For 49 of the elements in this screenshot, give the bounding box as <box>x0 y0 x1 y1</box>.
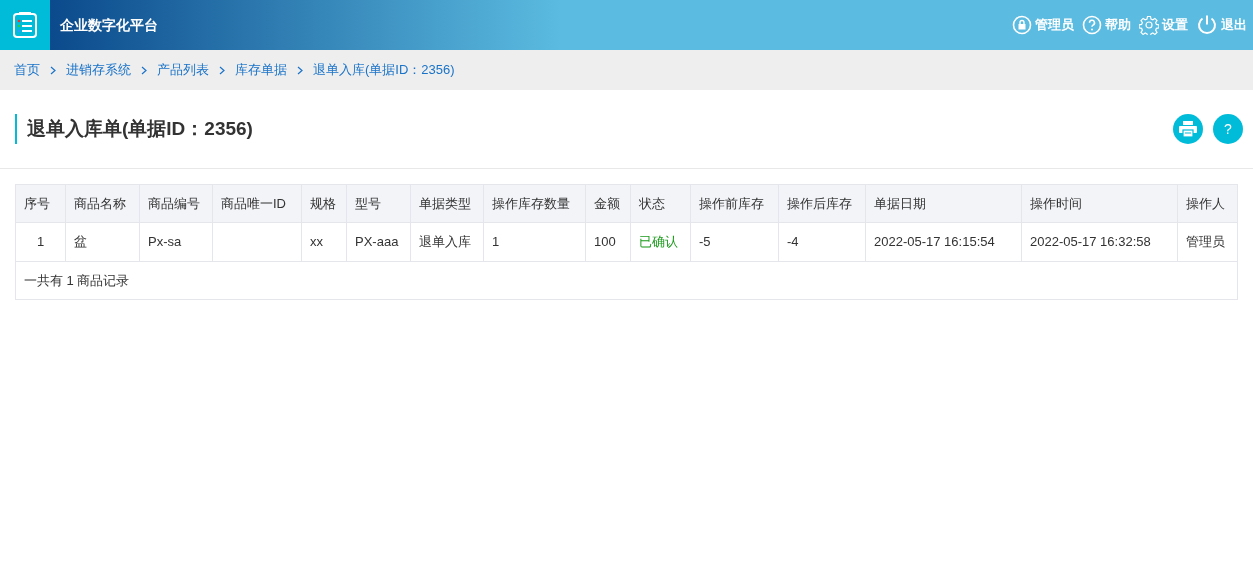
table-cell: 管理员 <box>1177 222 1238 262</box>
table-cell: 1 <box>483 222 586 262</box>
separator-icon <box>141 65 147 75</box>
column-header: 单据类型 <box>410 184 484 223</box>
settings-icon <box>1139 15 1159 35</box>
separator-icon <box>219 65 225 75</box>
column-header: 商品名称 <box>65 184 140 223</box>
column-header: 操作后库存 <box>778 184 866 223</box>
separator-icon <box>50 65 56 75</box>
breadcrumb-link[interactable]: 首页 <box>14 60 40 80</box>
help-button[interactable]: ? <box>1213 114 1243 144</box>
record-count: 一共有 1 商品记录 <box>15 261 1238 300</box>
breadcrumb-link[interactable]: 库存单据 <box>235 60 287 80</box>
help-icon <box>1082 15 1102 35</box>
column-header: 商品唯一ID <box>212 184 302 223</box>
page-title: 退单入库单(单据ID：2356) <box>15 114 253 144</box>
printer-icon <box>1179 121 1197 137</box>
table-cell: 2022-05-17 16:32:58 <box>1021 222 1178 262</box>
breadcrumb-link[interactable]: 退单入库(单据ID：2356) <box>313 60 455 80</box>
column-header: 操作前库存 <box>690 184 779 223</box>
lock-icon <box>1012 15 1032 35</box>
table-cell: xx <box>301 222 347 262</box>
column-header: 操作人 <box>1177 184 1238 223</box>
column-header: 金额 <box>585 184 631 223</box>
column-header: 规格 <box>301 184 347 223</box>
column-header: 状态 <box>630 184 691 223</box>
breadcrumb-link[interactable]: 进销存系统 <box>66 60 131 80</box>
column-header: 序号 <box>15 184 66 223</box>
table-cell: -4 <box>778 222 866 262</box>
print-button[interactable] <box>1173 114 1203 144</box>
column-header: 型号 <box>346 184 411 223</box>
table-cell: 1 <box>15 222 66 262</box>
table-cell: 盆 <box>65 222 140 262</box>
power-icon <box>1196 14 1218 36</box>
column-header: 单据日期 <box>865 184 1022 223</box>
table-cell: Px-sa <box>139 222 213 262</box>
table-cell: 100 <box>585 222 631 262</box>
table-cell: -5 <box>690 222 779 262</box>
app-title: 企业数字化平台 <box>60 15 158 35</box>
table-cell: 2022-05-17 16:15:54 <box>865 222 1022 262</box>
separator-icon <box>297 65 303 75</box>
column-header: 操作库存数量 <box>483 184 586 223</box>
table-cell: PX-aaa <box>346 222 411 262</box>
column-header: 操作时间 <box>1021 184 1178 223</box>
breadcrumb-link[interactable]: 产品列表 <box>157 60 209 80</box>
list-logo-icon <box>12 11 38 39</box>
column-header: 商品编号 <box>139 184 213 223</box>
status-cell: 已确认 <box>630 222 691 262</box>
table-cell: 退单入库 <box>410 222 484 262</box>
